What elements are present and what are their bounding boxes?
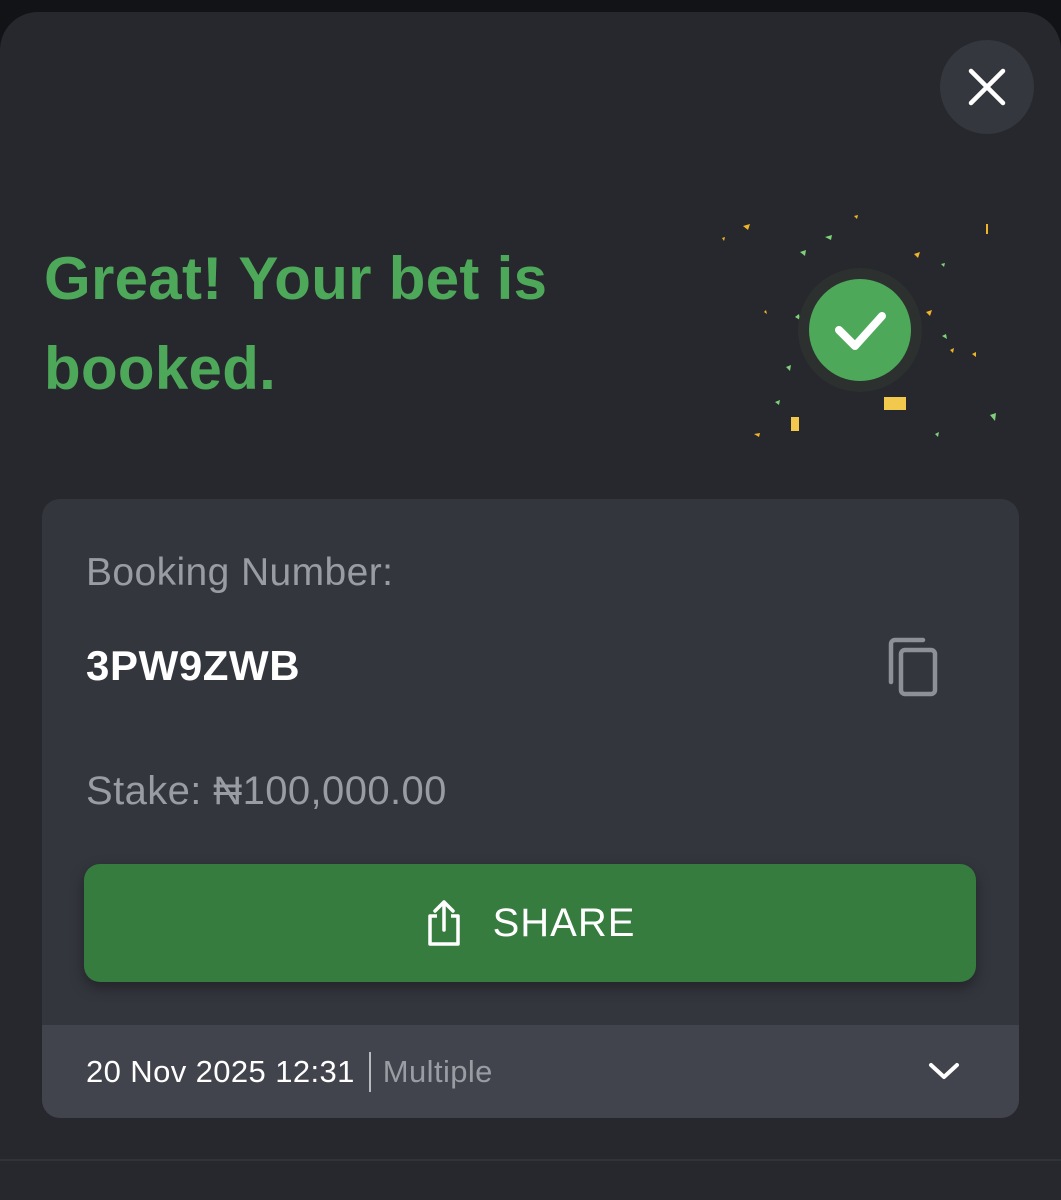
copy-booking-number-button[interactable] <box>878 633 948 703</box>
bet-type: Multiple <box>382 1053 493 1089</box>
booking-number-value: 3PW9ZWB <box>86 642 301 689</box>
share-icon <box>427 900 460 946</box>
stake-amount: Stake: ₦100,000.00 <box>86 769 447 813</box>
share-button-label: SHARE <box>492 900 636 945</box>
booking-datetime: 20 Nov 2025 12:31 <box>86 1053 355 1089</box>
booking-card: Booking Number: 3PW9ZWB Stake: ₦100,000.… <box>42 499 1019 1118</box>
copy-icon <box>888 637 938 697</box>
success-title: Great! Your bet is booked. <box>44 245 548 402</box>
booking-details-toggle[interactable]: 20 Nov 2025 12:31 Multiple <box>42 1025 1019 1118</box>
booking-success-sheet: Great! Your bet is booked. Booking Numbe… <box>0 12 1061 1200</box>
close-button[interactable] <box>940 40 1034 134</box>
footer-divider <box>368 1051 371 1092</box>
share-button[interactable]: SHARE <box>84 864 976 982</box>
chevron-down-icon[interactable] <box>922 1053 966 1089</box>
success-badge <box>722 215 996 437</box>
close-icon <box>968 68 1006 106</box>
booking-number-label: Booking Number: <box>86 551 394 594</box>
bottom-divider <box>0 1159 1061 1161</box>
